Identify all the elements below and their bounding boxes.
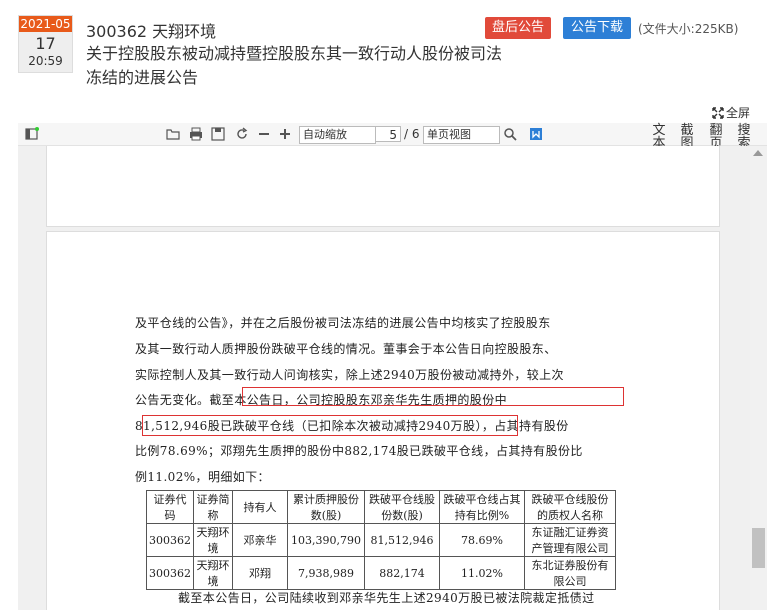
table-header-cell: 证券代码 xyxy=(146,490,194,524)
after-hours-badge[interactable]: 盘后公告 xyxy=(485,17,551,39)
page-number-input[interactable]: 5 xyxy=(375,126,401,142)
print-icon[interactable] xyxy=(188,126,204,142)
date-badge: 2021-05 17 20:59 xyxy=(18,15,73,73)
scrollbar[interactable] xyxy=(750,146,767,610)
table-cell: 81,512,946 xyxy=(364,523,440,557)
save-icon[interactable] xyxy=(210,126,226,142)
announcement-title: 关于控股股东被动减持暨控股股东其一致行动人股份被司法冻结的进展公告 xyxy=(86,44,503,87)
date-year-month: 2021-05 xyxy=(19,16,72,32)
sidebar-toggle-icon[interactable] xyxy=(24,126,40,142)
doc-line: 比例78.69%；邓翔先生质押的股份中882,174股已跌破平仓线，占其持有股份… xyxy=(135,444,583,458)
doc-line: 截至本公告日，公司陆续收到邓亲华先生上述2940万股已被法院裁定抵债过 xyxy=(178,591,595,605)
table-cell: 邓翔 xyxy=(232,556,288,590)
doc-line: 实际控制人及其一致行动人问询核实，除上述2940万股份被动减持外，较上次 xyxy=(135,368,564,382)
stock-code-name: 300362 天翔环境 xyxy=(86,22,217,41)
pdf-toolbar: 自动缩放 5 / 6 单页视图 文本 截图 翻页 搜索 xyxy=(18,123,767,150)
zoom-select[interactable]: 自动缩放 xyxy=(299,126,376,144)
download-button[interactable]: 公告下载 xyxy=(563,17,631,39)
table-header-cell: 持有人 xyxy=(232,490,288,524)
date-time: 20:59 xyxy=(28,54,63,68)
page-total: / 6 xyxy=(404,127,420,141)
date-day: 17 xyxy=(35,34,56,53)
open-file-icon[interactable] xyxy=(165,126,181,142)
bookmark-icon[interactable] xyxy=(528,126,544,142)
table-header-cell: 累计质押股份数(股) xyxy=(287,490,365,524)
table-header-cell: 跌破平仓线股份数(股) xyxy=(364,490,440,524)
table-header-cell: 跌破平仓线占其持有比例% xyxy=(439,490,525,524)
table-row: 300362 天翔环境 邓亲华 103,390,790 81,512,946 7… xyxy=(146,523,616,557)
table-cell: 11.02% xyxy=(439,556,525,590)
scroll-up-arrow-icon[interactable] xyxy=(753,150,763,156)
file-size: (文件大小:225KB) xyxy=(638,22,739,36)
fullscreen-label: 全屏 xyxy=(726,106,751,120)
pdf-page-previous xyxy=(46,146,720,227)
view-mode-select[interactable]: 单页视图 xyxy=(423,126,500,144)
table-cell: 邓亲华 xyxy=(232,523,288,557)
rotate-icon[interactable] xyxy=(234,126,250,142)
doc-line: 例11.02%，明细如下： xyxy=(135,470,270,484)
scroll-thumb[interactable] xyxy=(752,528,765,568)
doc-line: 及平仓线的公告》，并在之后股份被司法冻结的进展公告中均核实了控股股东 xyxy=(135,316,551,330)
table-cell: 天翔环境 xyxy=(193,556,233,590)
table-header-cell: 跌破平仓线股份的质权人名称 xyxy=(524,490,616,524)
table-header-cell: 证券简称 xyxy=(193,490,233,524)
table-cell: 7,938,989 xyxy=(287,556,365,590)
zoom-in-icon[interactable] xyxy=(277,126,293,142)
table-cell: 天翔环境 xyxy=(193,523,233,557)
table-cell: 78.69% xyxy=(439,523,525,557)
table-cell: 东证融汇证券资产管理有限公司 xyxy=(524,523,616,557)
table-cell: 东北证券股份有限公司 xyxy=(524,556,616,590)
holdings-table: 证券代码 证券简称 持有人 累计质押股份数(股) 跌破平仓线股份数(股) 跌破平… xyxy=(146,490,616,590)
table-cell: 300362 xyxy=(146,556,194,590)
table-cell: 300362 xyxy=(146,523,194,557)
expand-icon xyxy=(712,107,724,119)
table-cell: 103,390,790 xyxy=(287,523,365,557)
highlight-box xyxy=(142,415,518,436)
table-row: 300362 天翔环境 邓翔 7,938,989 882,174 11.02% … xyxy=(146,556,616,590)
search-icon[interactable] xyxy=(502,126,518,142)
doc-line: 及其一致行动人质押股份跌破平仓线的情况。董事会于本公告日向控股股东、 xyxy=(135,342,557,356)
fullscreen-button[interactable]: 全屏 xyxy=(712,104,750,121)
table-cell: 882,174 xyxy=(364,556,440,590)
highlight-box xyxy=(242,387,624,406)
table-header-row: 证券代码 证券简称 持有人 累计质押股份数(股) 跌破平仓线股份数(股) 跌破平… xyxy=(146,490,616,524)
zoom-out-icon[interactable] xyxy=(256,126,272,142)
